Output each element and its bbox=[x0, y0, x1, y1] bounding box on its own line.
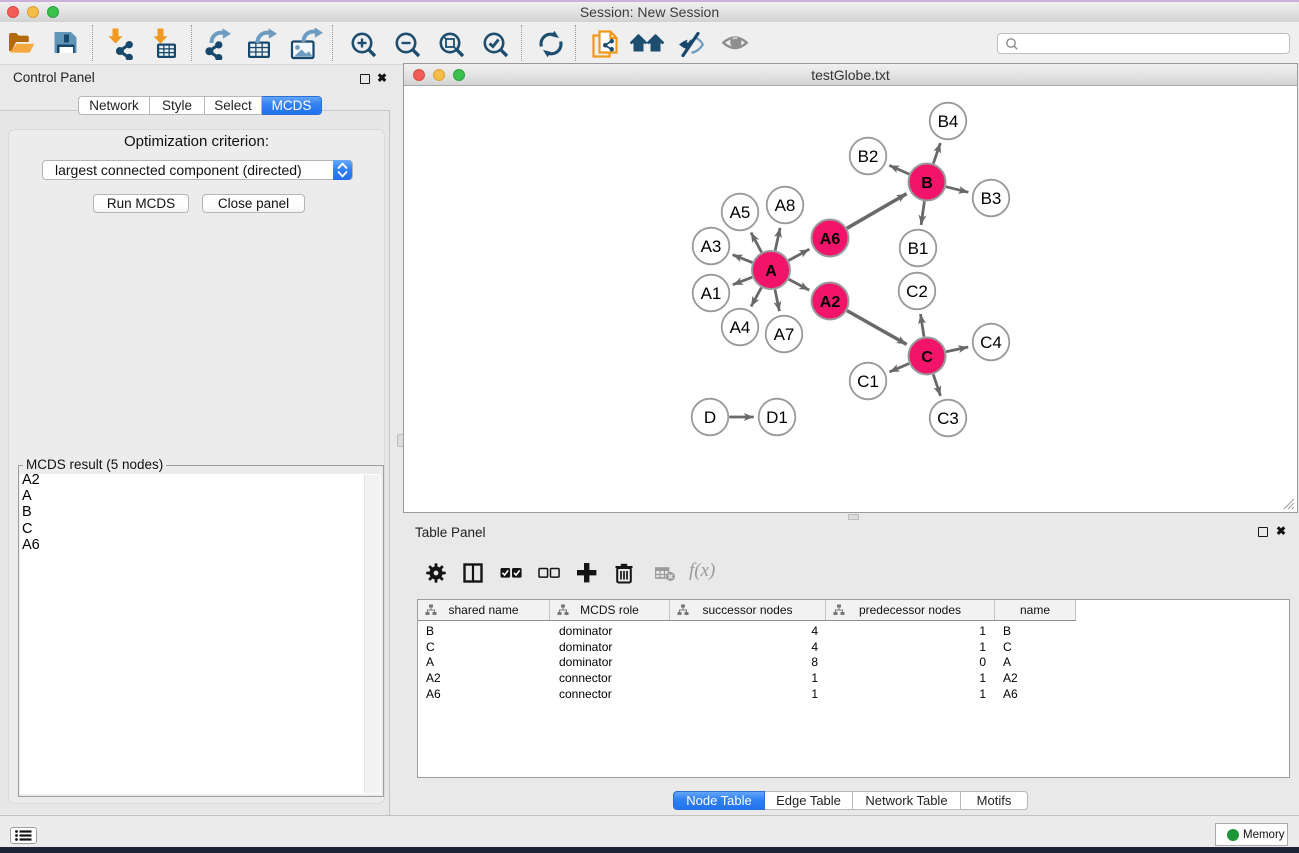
svg-text:D: D bbox=[704, 408, 716, 427]
svg-text:C3: C3 bbox=[937, 409, 959, 428]
svg-text:A1: A1 bbox=[701, 284, 722, 303]
svg-text:D1: D1 bbox=[766, 408, 788, 427]
svg-text:A2: A2 bbox=[820, 294, 841, 311]
svg-text:A4: A4 bbox=[730, 318, 751, 337]
svg-text:A7: A7 bbox=[774, 325, 795, 344]
svg-text:A: A bbox=[765, 263, 777, 280]
svg-text:A5: A5 bbox=[730, 203, 751, 222]
svg-text:A3: A3 bbox=[701, 237, 722, 256]
svg-text:C4: C4 bbox=[980, 333, 1002, 352]
svg-text:C: C bbox=[921, 349, 933, 366]
svg-text:B4: B4 bbox=[938, 112, 959, 131]
svg-text:B: B bbox=[921, 175, 933, 192]
svg-text:B2: B2 bbox=[858, 147, 879, 166]
svg-text:A8: A8 bbox=[775, 196, 796, 215]
svg-text:C2: C2 bbox=[906, 282, 928, 301]
svg-text:C1: C1 bbox=[857, 372, 879, 391]
svg-text:B3: B3 bbox=[981, 189, 1002, 208]
svg-text:B1: B1 bbox=[908, 239, 929, 258]
svg-text:A6: A6 bbox=[820, 231, 841, 248]
